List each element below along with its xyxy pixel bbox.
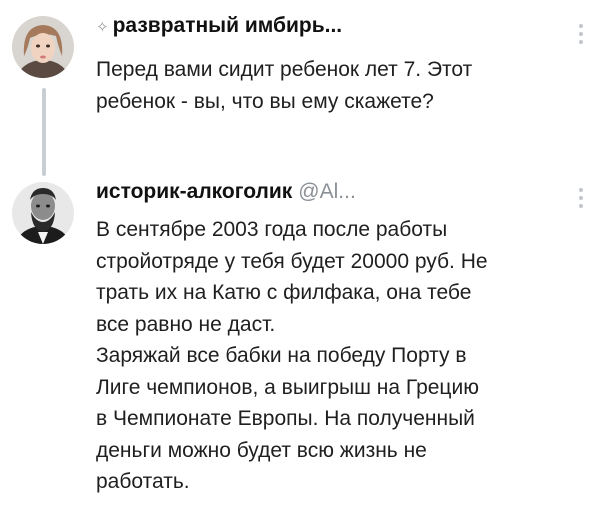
thread-connector-line xyxy=(42,88,46,176)
girl-avatar-icon[interactable] xyxy=(12,16,74,78)
tweet-text: В сентябре 2003 года после работы стройо… xyxy=(96,218,488,493)
author-name[interactable]: историк-алкоголик xyxy=(96,180,292,203)
more-options-icon[interactable] xyxy=(578,24,584,44)
tweet-header: историк-алкоголик @Al... xyxy=(96,180,356,204)
more-options-icon[interactable] xyxy=(578,188,584,208)
bearded-man-avatar-icon[interactable] xyxy=(12,182,74,244)
emoji-wing-icon: ✧ xyxy=(96,19,109,36)
tweet-header: ✧ развратный имбирь... xyxy=(96,14,342,38)
author-handle[interactable]: @Al... xyxy=(298,180,356,203)
author-name[interactable]: развратный имбирь... xyxy=(113,14,343,37)
tweet-text: Перед вами сидит ребенок лет 7. Этот реб… xyxy=(96,58,473,113)
